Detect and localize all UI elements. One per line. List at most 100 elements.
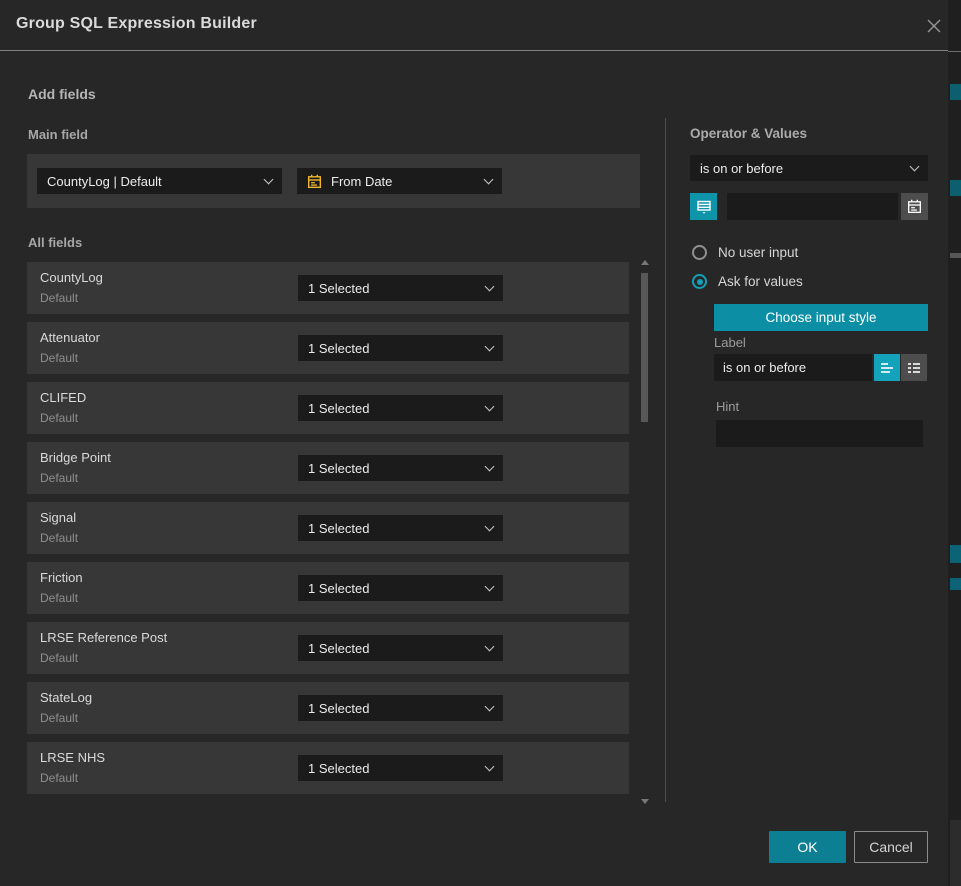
field-name: StateLog bbox=[40, 690, 92, 705]
chevron-down-icon bbox=[485, 401, 495, 411]
dialog-title: Group SQL Expression Builder bbox=[16, 15, 257, 33]
scrollbar-thumb[interactable] bbox=[641, 273, 648, 422]
single-line-input-icon bbox=[879, 361, 895, 375]
field-selection-dropdown[interactable]: 1 Selected bbox=[298, 395, 503, 421]
radio-no-user-input[interactable]: No user input bbox=[692, 245, 798, 260]
chevron-down-icon bbox=[264, 174, 274, 184]
field-name: Attenuator bbox=[40, 330, 100, 345]
list-input-toggle[interactable] bbox=[901, 354, 927, 381]
main-field-panel: CountyLog | Default From Date bbox=[27, 154, 640, 208]
field-name: Friction bbox=[40, 570, 83, 585]
field-subtitle: Default bbox=[40, 351, 78, 365]
radio-ask-for-values-label: Ask for values bbox=[718, 274, 803, 289]
chevron-down-icon bbox=[485, 341, 495, 351]
main-source-dropdown[interactable]: CountyLog | Default bbox=[37, 168, 282, 194]
label-input[interactable] bbox=[714, 354, 872, 381]
chevron-down-icon bbox=[485, 641, 495, 651]
chevron-down-icon bbox=[485, 461, 495, 471]
field-selection-dropdown[interactable]: 1 Selected bbox=[298, 275, 503, 301]
field-name: Bridge Point bbox=[40, 450, 111, 465]
field-selection-dropdown[interactable]: 1 Selected bbox=[298, 575, 503, 601]
chevron-down-icon bbox=[485, 701, 495, 711]
field-subtitle: Default bbox=[40, 711, 78, 725]
field-selection-dropdown[interactable]: 1 Selected bbox=[298, 695, 503, 721]
field-subtitle: Default bbox=[40, 291, 78, 305]
calendar-button-icon bbox=[907, 199, 922, 214]
field-row: StateLog Default 1 Selected bbox=[27, 682, 629, 734]
field-name: Signal bbox=[40, 510, 76, 525]
unique-values-button[interactable] bbox=[690, 193, 717, 220]
field-selection-dropdown[interactable]: 1 Selected bbox=[298, 515, 503, 541]
field-row: LRSE NHS Default 1 Selected bbox=[27, 742, 629, 794]
radio-no-user-input-label: No user input bbox=[718, 245, 798, 260]
field-name: CLIFED bbox=[40, 390, 86, 405]
operator-value: is on or before bbox=[700, 161, 911, 176]
label-caption: Label bbox=[714, 335, 746, 350]
field-subtitle: Default bbox=[40, 471, 78, 485]
field-selection-value: 1 Selected bbox=[308, 581, 486, 596]
main-source-value: CountyLog | Default bbox=[47, 174, 265, 189]
radio-icon bbox=[692, 245, 707, 260]
chevron-down-icon bbox=[485, 761, 495, 771]
scroll-down-icon[interactable] bbox=[641, 799, 649, 804]
field-row: CountyLog Default 1 Selected bbox=[27, 262, 629, 314]
hint-input[interactable] bbox=[716, 420, 923, 447]
value-input[interactable] bbox=[727, 193, 898, 220]
background-fragment bbox=[950, 180, 961, 196]
single-line-input-toggle[interactable] bbox=[874, 354, 900, 381]
field-row: Bridge Point Default 1 Selected bbox=[27, 442, 629, 494]
field-selection-value: 1 Selected bbox=[308, 761, 486, 776]
operator-dropdown[interactable]: is on or before bbox=[690, 155, 928, 181]
field-selection-dropdown[interactable]: 1 Selected bbox=[298, 635, 503, 661]
field-name: LRSE NHS bbox=[40, 750, 105, 765]
field-selection-value: 1 Selected bbox=[308, 281, 486, 296]
field-selection-value: 1 Selected bbox=[308, 461, 486, 476]
field-row: Friction Default 1 Selected bbox=[27, 562, 629, 614]
ok-button[interactable]: OK bbox=[769, 831, 846, 863]
radio-selected-icon bbox=[692, 274, 707, 289]
field-subtitle: Default bbox=[40, 771, 78, 785]
scroll-up-icon[interactable] bbox=[641, 260, 649, 265]
field-selection-dropdown[interactable]: 1 Selected bbox=[298, 455, 503, 481]
field-selection-value: 1 Selected bbox=[308, 521, 486, 536]
chevron-down-icon bbox=[910, 161, 920, 171]
calendar-icon bbox=[307, 174, 322, 189]
list-scrollbar[interactable] bbox=[640, 258, 650, 806]
list-input-icon bbox=[906, 361, 922, 375]
field-selection-dropdown[interactable]: 1 Selected bbox=[298, 755, 503, 781]
field-row: LRSE Reference Post Default 1 Selected bbox=[27, 622, 629, 674]
dialog-titlebar: Group SQL Expression Builder bbox=[0, 0, 948, 51]
chevron-down-icon bbox=[485, 581, 495, 591]
background-fragment bbox=[950, 820, 961, 886]
background-fragment bbox=[950, 545, 961, 563]
field-name: LRSE Reference Post bbox=[40, 630, 167, 645]
chevron-down-icon bbox=[485, 521, 495, 531]
close-button[interactable] bbox=[922, 14, 946, 38]
operator-values-heading: Operator & Values bbox=[690, 126, 807, 141]
field-selection-value: 1 Selected bbox=[308, 341, 486, 356]
field-selection-dropdown[interactable]: 1 Selected bbox=[298, 335, 503, 361]
choose-input-style-button[interactable]: Choose input style bbox=[714, 304, 928, 331]
close-icon bbox=[925, 17, 943, 35]
add-fields-heading: Add fields bbox=[28, 86, 96, 102]
field-selection-value: 1 Selected bbox=[308, 401, 486, 416]
background-fragment bbox=[950, 253, 961, 258]
chevron-down-icon bbox=[485, 281, 495, 291]
background-fragment bbox=[950, 578, 961, 590]
field-subtitle: Default bbox=[40, 411, 78, 425]
main-field-dropdown[interactable]: From Date bbox=[297, 168, 502, 194]
chevron-down-icon bbox=[484, 174, 494, 184]
field-row: Attenuator Default 1 Selected bbox=[27, 322, 629, 374]
radio-ask-for-values[interactable]: Ask for values bbox=[692, 274, 803, 289]
background-app-edge bbox=[948, 0, 961, 886]
field-name: CountyLog bbox=[40, 270, 103, 285]
group-sql-expression-builder-dialog: Group SQL Expression Builder Add fields … bbox=[0, 0, 948, 886]
background-divider bbox=[948, 51, 961, 52]
cancel-button[interactable]: Cancel bbox=[854, 831, 928, 863]
panel-divider bbox=[665, 118, 666, 802]
field-selection-value: 1 Selected bbox=[308, 701, 486, 716]
main-field-heading: Main field bbox=[28, 127, 88, 142]
calendar-picker-button[interactable] bbox=[901, 193, 928, 220]
field-row: Signal Default 1 Selected bbox=[27, 502, 629, 554]
field-subtitle: Default bbox=[40, 651, 78, 665]
